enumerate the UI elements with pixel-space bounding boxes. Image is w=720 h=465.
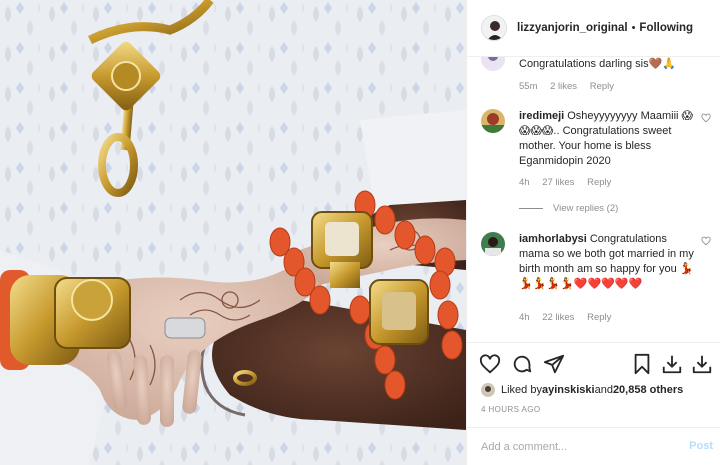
liker-avatar[interactable] — [481, 383, 495, 397]
post-photo[interactable] — [0, 0, 466, 465]
comment-reply[interactable]: Reply — [587, 312, 611, 323]
likes-joiner: and — [594, 384, 613, 396]
comment-time: 4h — [519, 177, 530, 188]
likes-count[interactable]: 20,858 others — [613, 384, 683, 396]
comment-likes[interactable]: 2 likes — [550, 81, 577, 92]
comment-input[interactable] — [481, 438, 671, 456]
comment-reply[interactable]: Reply — [587, 177, 611, 188]
download-icon[interactable] — [661, 353, 683, 375]
action-bar — [479, 353, 713, 377]
view-replies-button[interactable]: View replies (2) — [519, 203, 618, 214]
post-comment-button[interactable]: Post — [689, 440, 713, 452]
comment-meta: 4h 27 likes Reply — [519, 177, 621, 188]
comment-list[interactable]: Congratulations darling sis🤎🙏 55m 2 like… — [467, 57, 720, 342]
comment-time: 55m — [519, 81, 538, 92]
comment-meta: 55m 2 likes Reply — [519, 81, 624, 92]
author-avatar[interactable] — [481, 15, 507, 41]
post-actions: Liked by ayinskiski and 20,858 others 4 … — [467, 342, 720, 465]
comment-icon[interactable] — [511, 353, 533, 375]
likes-prefix: Liked by — [501, 384, 542, 396]
commenter-avatar[interactable] — [481, 57, 505, 71]
download-icon[interactable] — [691, 353, 713, 375]
post-header: lizzyanjorin_original • Following — [467, 0, 720, 57]
liker-username[interactable]: ayinskiski — [542, 384, 595, 396]
comment-likes[interactable]: 27 likes — [542, 177, 574, 188]
comment-likes[interactable]: 22 likes — [542, 312, 574, 323]
comment-reply[interactable]: Reply — [590, 81, 614, 92]
add-comment-bar: Post — [467, 427, 720, 465]
comment-meta: 4h 22 likes Reply — [519, 312, 621, 323]
comment-username[interactable]: iamhorlabysi — [519, 233, 587, 245]
bookmark-icon[interactable] — [631, 353, 653, 375]
comment-username[interactable]: iredimeji — [519, 110, 564, 122]
commenter-avatar[interactable] — [481, 232, 505, 256]
comment-text: Congratulations darling sis🤎🙏 — [519, 58, 677, 70]
likes-summary: Liked by ayinskiski and 20,858 others — [481, 383, 683, 397]
comment-like-heart-icon[interactable] — [701, 113, 711, 123]
heart-icon[interactable] — [479, 353, 501, 375]
author-username[interactable]: lizzyanjorin_original — [517, 22, 628, 34]
instagram-post: lizzyanjorin_original • Following Congra… — [0, 0, 720, 465]
comment-text: iamhorlabysi Congratulations mama so we b… — [519, 232, 697, 292]
wedding-hands-illustration — [0, 0, 466, 465]
share-icon[interactable] — [543, 353, 565, 375]
header-separator: • — [631, 22, 636, 34]
commenter-avatar[interactable] — [481, 109, 505, 133]
following-button[interactable]: Following — [639, 22, 693, 34]
comment-time: 4h — [519, 312, 530, 323]
post-side-panel: lizzyanjorin_original • Following Congra… — [466, 0, 720, 465]
view-replies-label: View replies (2) — [553, 203, 619, 214]
comment-like-heart-icon[interactable] — [701, 236, 711, 246]
post-timestamp[interactable]: 4 HOURS AGO — [481, 405, 541, 414]
replies-divider — [519, 208, 543, 209]
comment-text: iredimeji Osheyyyyyyyy Maamiii 😱😱😱😱.. Con… — [519, 109, 697, 169]
